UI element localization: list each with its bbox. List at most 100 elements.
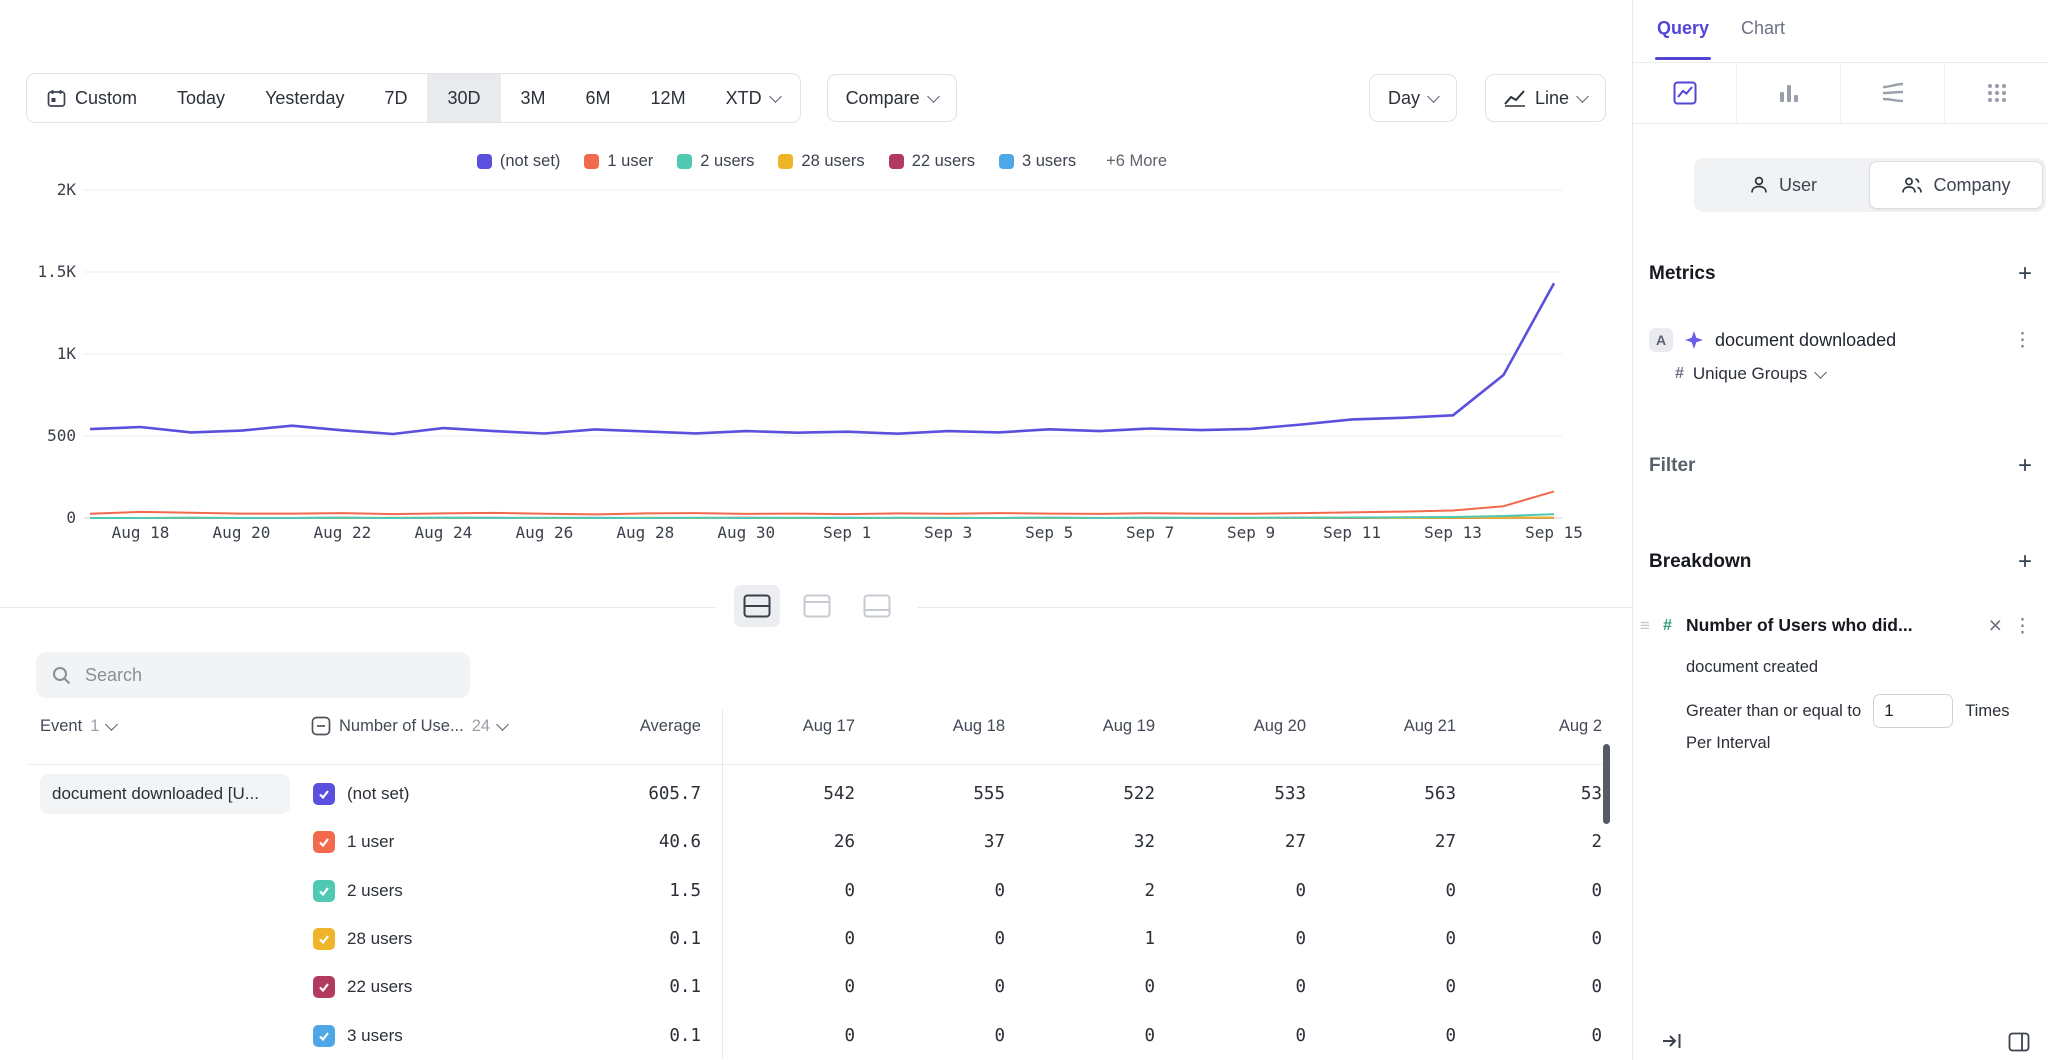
range-6m[interactable]: 6M [566,74,631,122]
check-icon [317,884,331,898]
row-value: 53 [1462,770,1602,818]
hash-icon: # [1675,365,1684,383]
interval-button[interactable]: Day [1369,74,1457,122]
legend-swatch [999,154,1014,169]
chart-only-icon [803,594,831,618]
row-label: 1 user [347,818,394,866]
chart-type-flow-tab[interactable] [1840,62,1944,123]
chart-type-line-tab[interactable] [1633,62,1736,123]
row-label: 22 users [347,963,412,1011]
x-axis-tick: Sep 5 [1025,523,1073,542]
metric-item[interactable]: A document downloaded ⋮ [1649,326,2036,354]
search-input[interactable] [83,664,454,687]
grid-tab-icon [1985,81,2009,105]
chart-type-bar-tab[interactable] [1736,62,1840,123]
chart-type-tabs [1633,62,2048,124]
search-icon [52,666,71,685]
entity-user-option[interactable]: User [1697,161,1869,209]
average-column-header: Average [561,710,701,742]
x-axis-tick: Aug 26 [515,523,573,542]
x-axis-tick: Aug 28 [616,523,674,542]
close-icon[interactable]: × [1989,612,2002,639]
metric-more-icon[interactable]: ⋮ [2009,329,2036,352]
legend-item[interactable]: 22 users [889,152,975,171]
view-chart-only-button[interactable] [794,585,840,627]
add-breakdown-button[interactable]: + [2018,550,2032,574]
times-input[interactable] [1873,694,1953,728]
legend-item[interactable]: 28 users [778,152,864,171]
row-average: 0.1 [561,963,701,1011]
row-checkbox[interactable] [313,831,335,853]
calendar-icon [47,89,66,108]
collapse-all-icon[interactable] [311,716,331,736]
entity-company-label: Company [1933,175,2010,196]
chart-series-line [90,283,1554,434]
condition-label[interactable]: Greater than or equal to [1686,702,1861,721]
row-checkbox[interactable] [313,928,335,950]
date-column-header[interactable]: Aug 19 [1015,710,1155,742]
date-column-header[interactable]: Aug 18 [865,710,1005,742]
row-value: 0 [1316,867,1456,915]
bar-chart-tab-icon [1777,81,1801,105]
table-row: (not set)605.754255552253356353 [0,770,1632,818]
range-7d[interactable]: 7D [364,74,427,122]
custom-range-button[interactable]: Custom [27,74,157,122]
row-value: 0 [865,1012,1005,1060]
row-checkbox[interactable] [313,976,335,998]
chart-type-grid-tab[interactable] [1944,62,2048,123]
legend-swatch [677,154,692,169]
view-table-only-button[interactable] [854,585,900,627]
add-filter-button[interactable]: + [2018,454,2032,478]
chart-type-button[interactable]: Line [1485,74,1606,122]
tab-query[interactable]: Query [1657,18,1709,39]
row-checkbox[interactable] [313,1025,335,1047]
add-metric-button[interactable]: + [2018,262,2032,286]
group-header-label: Number of Use... [339,717,464,736]
row-value: 2 [1462,818,1602,866]
event-column-header[interactable]: Event 1 [40,710,116,742]
breakdown-event-name[interactable]: document created [1686,658,1818,677]
compare-button[interactable]: Compare [827,74,957,122]
date-column-header[interactable]: Aug 2 [1462,710,1602,742]
range-30d[interactable]: 30D [427,74,500,122]
group-column-header[interactable]: Number of Use... 24 [311,710,507,742]
legend-label: 1 user [607,152,653,171]
row-value: 27 [1166,818,1306,866]
legend-item[interactable]: 3 users [999,152,1076,171]
x-axis-tick: Aug 30 [717,523,775,542]
row-value: 542 [715,770,855,818]
side-panel-button[interactable] [2008,1032,2030,1057]
view-split-button[interactable] [734,585,780,627]
row-value: 0 [715,867,855,915]
legend-item[interactable]: (not set) [477,152,561,171]
row-checkbox[interactable] [313,880,335,902]
date-column-header[interactable]: Aug 20 [1166,710,1306,742]
results-table: Event 1 Number of Use... 24 Average Aug … [0,698,1632,1060]
drag-handle-icon[interactable]: ≡ [1640,616,1650,636]
legend-item[interactable]: 2 users [677,152,754,171]
range-yesterday[interactable]: Yesterday [245,74,364,122]
legend-more-button[interactable]: +6 More [1106,152,1167,171]
aggregation-selector[interactable]: # Unique Groups [1675,364,1825,384]
row-checkbox[interactable] [313,783,335,805]
chart-series-line [90,491,1554,514]
range-12m[interactable]: 12M [631,74,706,122]
x-axis-tick: Sep 3 [924,523,972,542]
collapse-panel-button[interactable] [1661,1030,1683,1057]
search-box [36,652,470,698]
entity-company-option[interactable]: Company [1869,161,2043,209]
range-xtd[interactable]: XTD [706,74,800,122]
times-label: Times [1965,702,2009,721]
breakdown-more-icon[interactable]: ⋮ [2009,615,2036,638]
row-average: 605.7 [561,770,701,818]
tab-chart[interactable]: Chart [1741,18,1785,39]
row-value: 0 [1166,963,1306,1011]
range-today[interactable]: Today [157,74,245,122]
date-column-header[interactable]: Aug 17 [715,710,855,742]
range-3m[interactable]: 3M [501,74,566,122]
legend-item[interactable]: 1 user [584,152,653,171]
table-scrollbar[interactable] [1603,744,1610,824]
analytics-app: Custom Today Yesterday 7D 30D 3M 6M 12M … [0,0,2048,1060]
date-column-header[interactable]: Aug 21 [1316,710,1456,742]
x-axis-tick: Sep 13 [1424,523,1482,542]
